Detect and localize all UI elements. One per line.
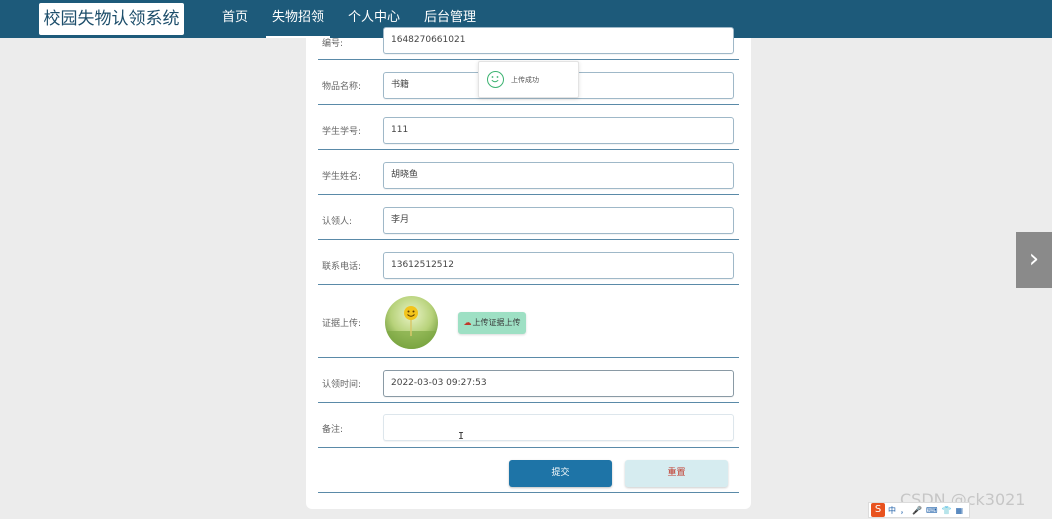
form-row-claimant: 认领人: 李月 — [318, 195, 739, 240]
student-id-input[interactable]: 111 — [383, 117, 734, 144]
form-bottom-divider — [318, 492, 739, 493]
student-name-input[interactable]: 胡晓鱼 — [383, 162, 734, 189]
claim-time-input[interactable]: 2022-03-03 09:27:53 — [383, 370, 734, 397]
chevron-right-icon: › — [1028, 244, 1040, 274]
toast-message: 上传成功 — [511, 76, 539, 84]
smile-icon — [487, 71, 504, 88]
note-label: 备注: — [322, 425, 344, 435]
student-id-label: 学生学号: — [322, 127, 362, 137]
form-row-evidence-upload: 证据上传: ☁上传证据上传 — [318, 285, 739, 358]
microphone-icon[interactable]: 🎤 — [912, 506, 922, 515]
id-label: 编号: — [322, 39, 344, 49]
id-input[interactable]: 1648270661021 — [383, 27, 734, 54]
keyboard-icon[interactable]: ⌨ — [926, 506, 938, 515]
note-input[interactable] — [383, 414, 734, 441]
reset-button[interactable]: 重置 — [625, 460, 728, 487]
item-name-label: 物品名称: — [322, 82, 362, 92]
claim-form-panel: 编号: 1648270661021 物品名称: 书籍 学生学号: 111 学生姓… — [306, 27, 751, 509]
ime-punctuation[interactable]: ， — [900, 505, 908, 516]
claim-time-label: 认领时间: — [322, 380, 362, 390]
form-row-claim-time: 认领时间: 2022-03-03 09:27:53 — [318, 358, 739, 403]
form-row-id: 编号: 1648270661021 — [318, 27, 739, 60]
form-row-student-name: 学生姓名: 胡晓鱼 — [318, 150, 739, 195]
phone-input[interactable]: 13612512512 — [383, 252, 734, 279]
claimant-label: 认领人: — [322, 217, 353, 227]
ime-chinese-mode[interactable]: 中 — [888, 505, 896, 516]
phone-label: 联系电话: — [322, 262, 362, 272]
claimant-input[interactable]: 李月 — [383, 207, 734, 234]
nav-lost-found[interactable]: 失物招领 — [260, 0, 336, 38]
text-cursor-icon: I — [458, 431, 465, 442]
nav-home[interactable]: 首页 — [210, 0, 260, 38]
grid-menu-icon[interactable]: ▦ — [955, 506, 963, 515]
skin-icon[interactable]: 👕 — [942, 506, 952, 515]
submit-button[interactable]: 提交 — [509, 460, 612, 487]
site-logo[interactable]: 校园失物认领系统 — [39, 3, 184, 35]
form-row-student-id: 学生学号: 111 — [318, 105, 739, 150]
next-arrow-button[interactable]: › — [1016, 232, 1052, 288]
cloud-upload-icon: ☁ — [463, 318, 472, 327]
upload-success-toast: 上传成功 — [478, 61, 579, 98]
evidence-upload-label: 证据上传: — [322, 319, 362, 329]
student-name-label: 学生姓名: — [322, 172, 362, 182]
sogou-logo-icon: S — [871, 503, 885, 517]
form-row-phone: 联系电话: 13612512512 — [318, 240, 739, 285]
ime-toolbar[interactable]: S 中 ， 🎤 ⌨ 👕 ▦ — [868, 502, 971, 518]
upload-evidence-label: 上传证据上传 — [472, 318, 521, 327]
evidence-image — [385, 296, 438, 349]
form-row-note: 备注: — [318, 403, 739, 448]
upload-evidence-button[interactable]: ☁上传证据上传 — [458, 312, 526, 334]
